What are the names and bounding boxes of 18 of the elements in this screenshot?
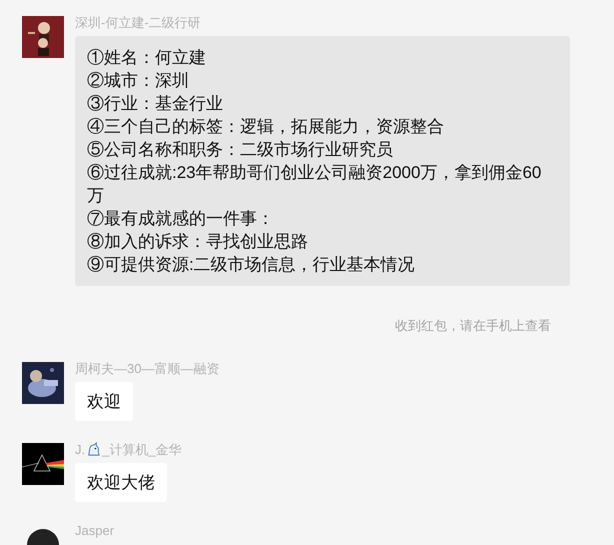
message-text: 欢迎	[87, 390, 121, 412]
sender-name: J.	[75, 440, 86, 458]
sender-name: 深圳-何立建-二级行研	[75, 14, 201, 32]
message-text: ⑥过往成就:23年帮助哥们创业公司融资2000万，拿到佣金60万	[87, 162, 542, 207]
unicorn-icon	[86, 442, 102, 457]
message-text: ②城市：深圳	[87, 70, 190, 92]
message-text: ⑨可提供资源:二级市场信息，行业基本情况	[87, 254, 416, 276]
message-text: ⑦最有成就感的一件事：	[87, 208, 275, 230]
message-text: ⑤公司名称和职务：二级市场行业研究员	[87, 139, 394, 161]
sender-name: 周柯夫—30—富顺—融资	[75, 360, 220, 378]
system-notice: 收到红包，请在手机上查看	[395, 317, 551, 335]
message-text: ④三个自己的标签：逻辑，拓展能力，资源整合	[87, 116, 445, 138]
message-text: 欢迎大佬	[87, 472, 155, 494]
message-text: ①姓名：何立建	[87, 47, 207, 69]
message-text: ③行业：基金行业	[87, 93, 224, 115]
sender-name: Jasper	[75, 522, 114, 540]
sender-name-suffix: _计算机_金华	[102, 440, 182, 458]
message-text: ⑧加入的诉求：寻找创业思路	[87, 231, 309, 253]
